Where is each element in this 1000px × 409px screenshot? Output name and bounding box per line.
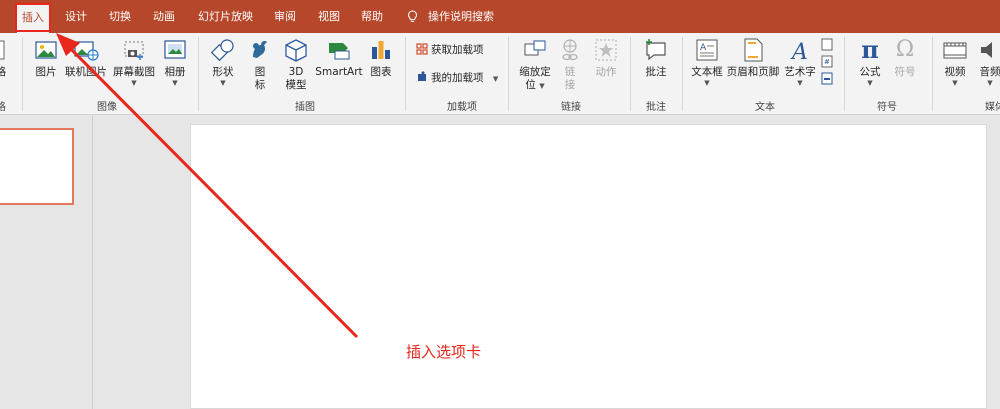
annotation-arrow (56, 33, 359, 339)
annotation-label: 插入选项卡 (406, 343, 482, 361)
